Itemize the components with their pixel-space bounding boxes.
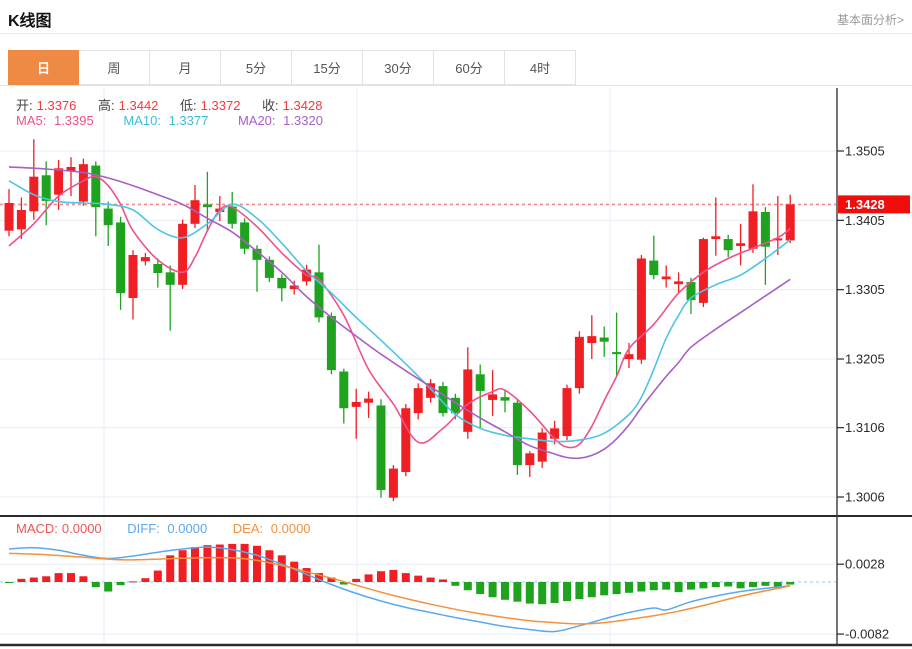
diff-label: DIFF: bbox=[127, 521, 160, 536]
ma-legend: MA5: 1.3395 MA10: 1.3377 MA20: 1.3320 bbox=[16, 113, 331, 128]
ma20-value: 1.3320 bbox=[283, 113, 323, 128]
macd-legend: MACD: 0.0000 DIFF: 0.0000 DEA: 0.0000 bbox=[16, 521, 319, 536]
macd-label: MACD: bbox=[16, 521, 58, 536]
dea-label: DEA: bbox=[233, 521, 263, 536]
ma20-label: MA20: bbox=[238, 113, 276, 128]
ma5-value: 1.3395 bbox=[54, 113, 94, 128]
price-axis-label: 1.3505 bbox=[845, 144, 885, 159]
close-value: 1.3428 bbox=[283, 98, 323, 113]
ma10-label: MA10: bbox=[123, 113, 161, 128]
open-label: 开: bbox=[16, 98, 33, 113]
gridlines bbox=[0, 88, 836, 645]
low-value: 1.3372 bbox=[201, 98, 241, 113]
low-label: 低: bbox=[180, 98, 197, 113]
price-axis-label: 1.3006 bbox=[845, 490, 885, 505]
dea-value: 0.0000 bbox=[271, 521, 311, 536]
diff-value: 0.0000 bbox=[167, 521, 207, 536]
macd-histogram bbox=[5, 544, 794, 604]
ma5-line bbox=[9, 176, 790, 447]
macd-axis-label: -0.0082 bbox=[845, 627, 889, 642]
price-axis-label: 1.3106 bbox=[845, 420, 885, 435]
ohlc-legend: 开: 1.3376 高: 1.3442 低: 1.3372 收: 1.3428 bbox=[16, 95, 340, 114]
kline-app: K线图 基本面分析> 日 周 月 5分 15分 30分 60分 4时 1.350… bbox=[0, 0, 912, 649]
ma5-label: MA5: bbox=[16, 113, 46, 128]
high-value: 1.3442 bbox=[119, 98, 159, 113]
current-price-tag-value: 1.3428 bbox=[845, 197, 885, 212]
ma10-value: 1.3377 bbox=[169, 113, 209, 128]
high-label: 高: bbox=[98, 98, 115, 113]
price-axis-label: 1.3205 bbox=[845, 352, 885, 367]
open-value: 1.3376 bbox=[37, 98, 77, 113]
macd-axis-label: 0.0028 bbox=[845, 557, 885, 572]
price-axis-label: 1.3305 bbox=[845, 282, 885, 297]
macd-value: 0.0000 bbox=[62, 521, 102, 536]
price-axis-label: 1.3405 bbox=[845, 213, 885, 228]
close-label: 收: bbox=[262, 98, 279, 113]
